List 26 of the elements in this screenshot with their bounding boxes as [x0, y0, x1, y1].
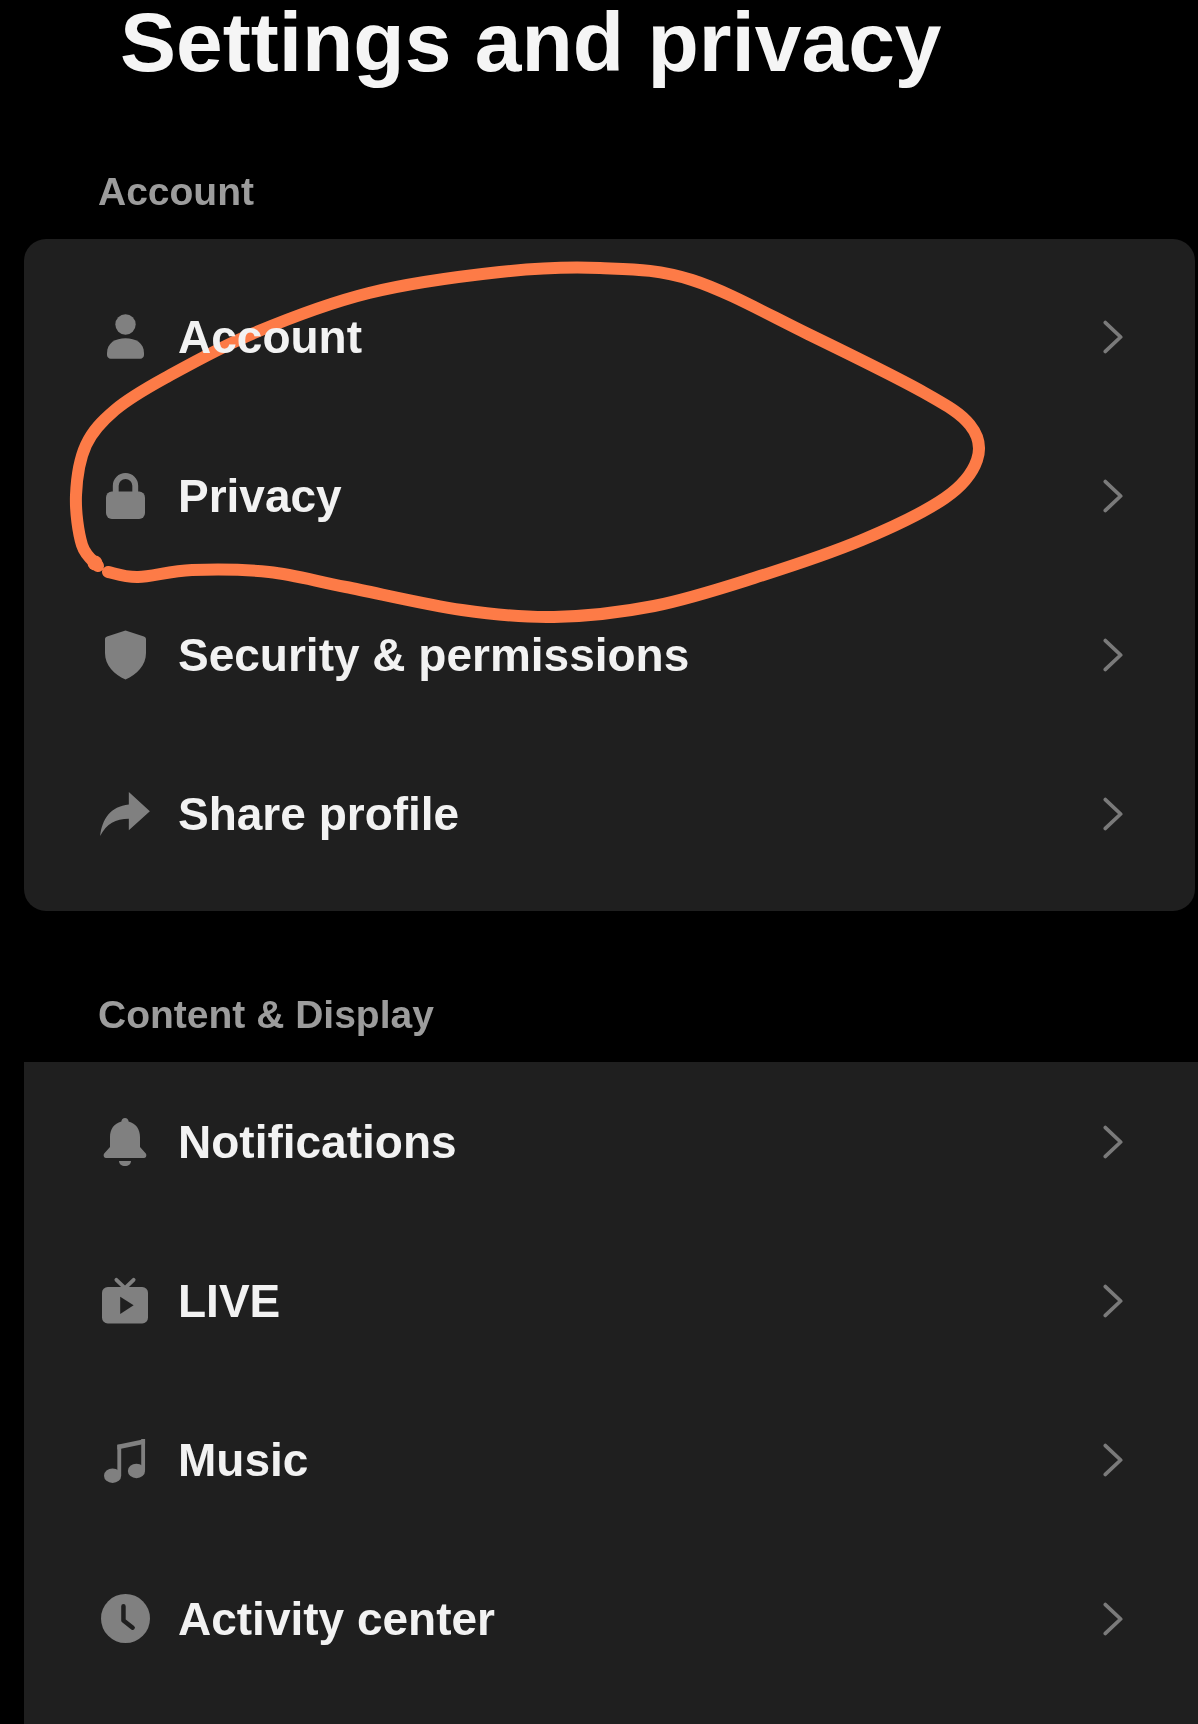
- music-note-icon: [104, 1436, 146, 1483]
- chevron-right-icon: [1102, 1442, 1124, 1477]
- settings-row[interactable]: Privacy: [24, 416, 1124, 575]
- chevron-right-icon: [1102, 1601, 1124, 1636]
- settings-row[interactable]: LIVE: [24, 1221, 1124, 1380]
- page-title: Settings and privacy: [119, 0, 942, 90]
- section-header: Account: [97, 169, 255, 215]
- settings-row[interactable]: Security & permissions: [24, 575, 1124, 734]
- chevron-right-icon: [1102, 478, 1124, 513]
- section-header: Content & Display: [97, 992, 434, 1038]
- shield-icon: [104, 629, 146, 680]
- bell-icon: [103, 1117, 147, 1166]
- tv-play-icon: [102, 1277, 148, 1324]
- person-icon: [106, 314, 144, 359]
- chevron-right-icon: [1102, 319, 1124, 354]
- chevron-right-icon: [1102, 1124, 1124, 1159]
- share-arrow-icon: [100, 791, 150, 836]
- settings-row[interactable]: Music: [24, 1380, 1124, 1539]
- chevron-right-icon: [1102, 1283, 1124, 1318]
- settings-row[interactable]: Notifications: [24, 1062, 1124, 1221]
- settings-row[interactable]: Share profile: [24, 734, 1124, 893]
- chevron-right-icon: [1102, 637, 1124, 672]
- clock-icon: [100, 1594, 150, 1643]
- settings-row[interactable]: Activity center: [24, 1539, 1124, 1698]
- lock-icon: [105, 472, 145, 519]
- chevron-right-icon: [1102, 796, 1124, 831]
